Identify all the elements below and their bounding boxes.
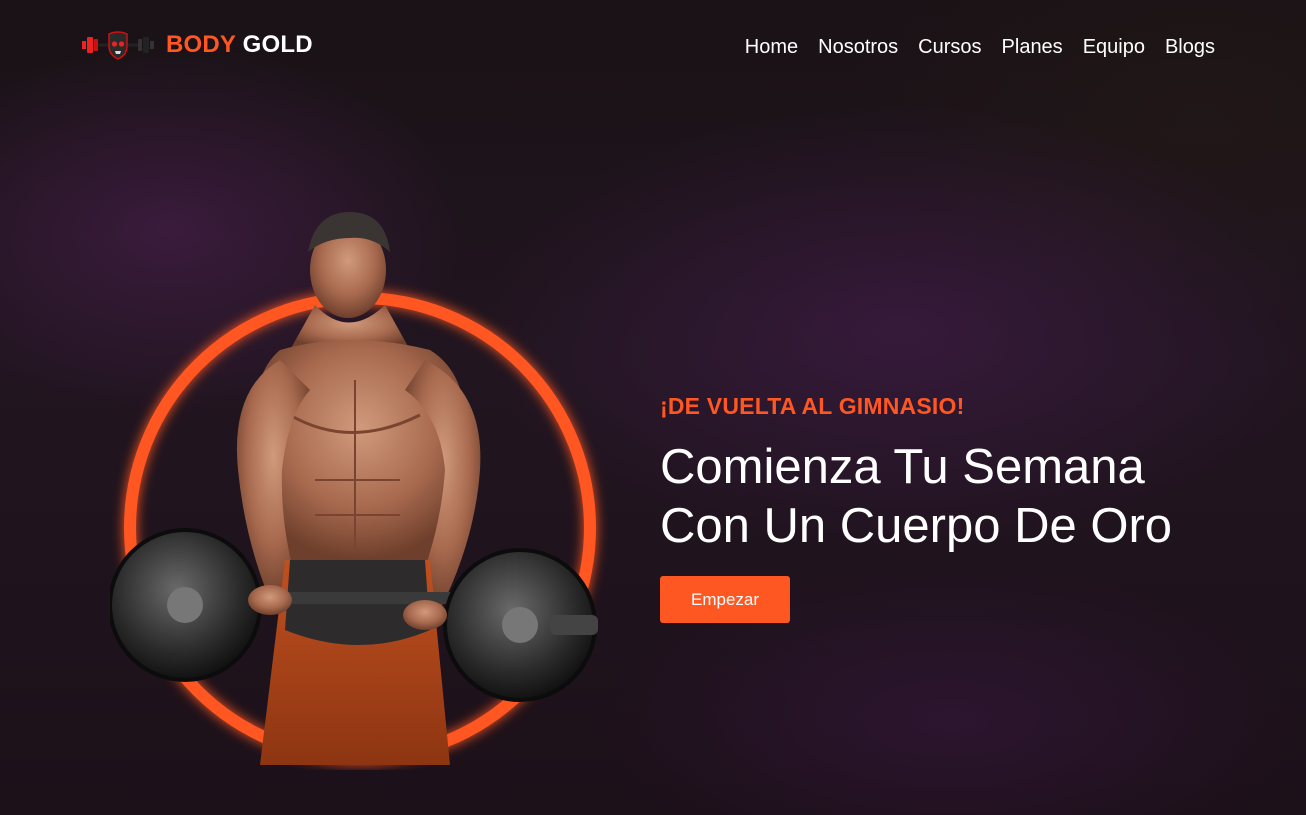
hero-eyebrow: ¡DE VUELTA AL GIMNASIO! xyxy=(660,393,965,419)
navbar: BODY GOLD Home Nosotros Cursos Planes Eq… xyxy=(0,0,1306,95)
nav-link-equipo[interactable]: Equipo xyxy=(1083,33,1145,61)
nav-link-cursos[interactable]: Cursos xyxy=(918,33,981,61)
nav-link-blogs[interactable]: Blogs xyxy=(1165,33,1215,61)
nav-link-nosotros[interactable]: Nosotros xyxy=(818,33,898,61)
bodybuilder-figure xyxy=(236,212,481,765)
hero-copy: ¡DE VUELTA AL GIMNASIO! Comienza Tu Sema… xyxy=(660,390,1260,623)
hero-headline-line2: Con Un Cuerpo De Oro xyxy=(660,499,1173,553)
hero-image xyxy=(110,212,598,765)
hero-headline: Comienza Tu Semana Con Un Cuerpo De Oro xyxy=(660,438,1260,556)
start-button[interactable]: Empezar xyxy=(660,576,790,623)
landing-page: BODY GOLD Home Nosotros Cursos Planes Eq… xyxy=(0,0,1306,815)
nav-link-home[interactable]: Home xyxy=(745,33,798,61)
hero-headline-line1: Comienza Tu Semana xyxy=(660,440,1145,494)
brand-name-part2: GOLD xyxy=(242,31,313,58)
brand-name-part1: BODY xyxy=(166,31,236,58)
brand-name: BODY GOLD xyxy=(166,28,313,62)
nav-link-planes[interactable]: Planes xyxy=(1002,33,1063,61)
brand[interactable]: BODY GOLD xyxy=(80,28,313,62)
main-nav: Home Nosotros Cursos Planes Equipo Blogs xyxy=(745,33,1215,61)
barbell-skull-logo-icon xyxy=(82,31,154,60)
